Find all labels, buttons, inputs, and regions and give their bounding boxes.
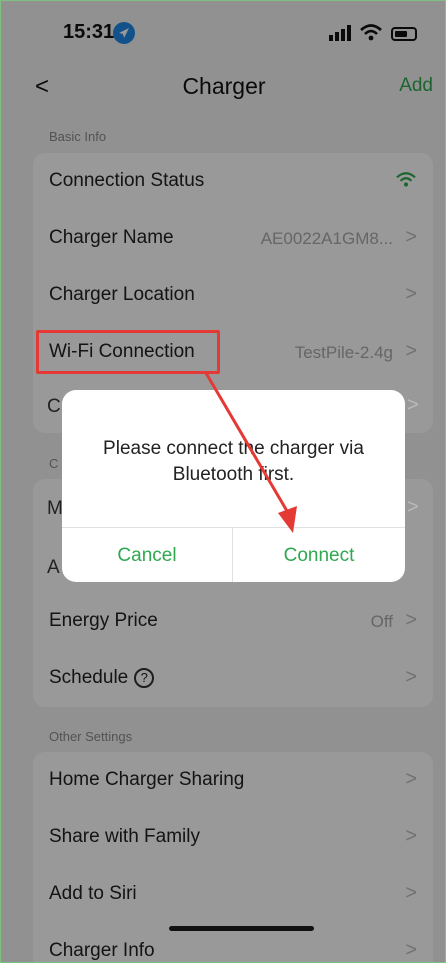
home-indicator bbox=[169, 926, 314, 931]
phone-screen: 15:31 < Charger Add Basic Info Connectio… bbox=[0, 0, 446, 963]
annotation-arrow bbox=[204, 372, 297, 533]
